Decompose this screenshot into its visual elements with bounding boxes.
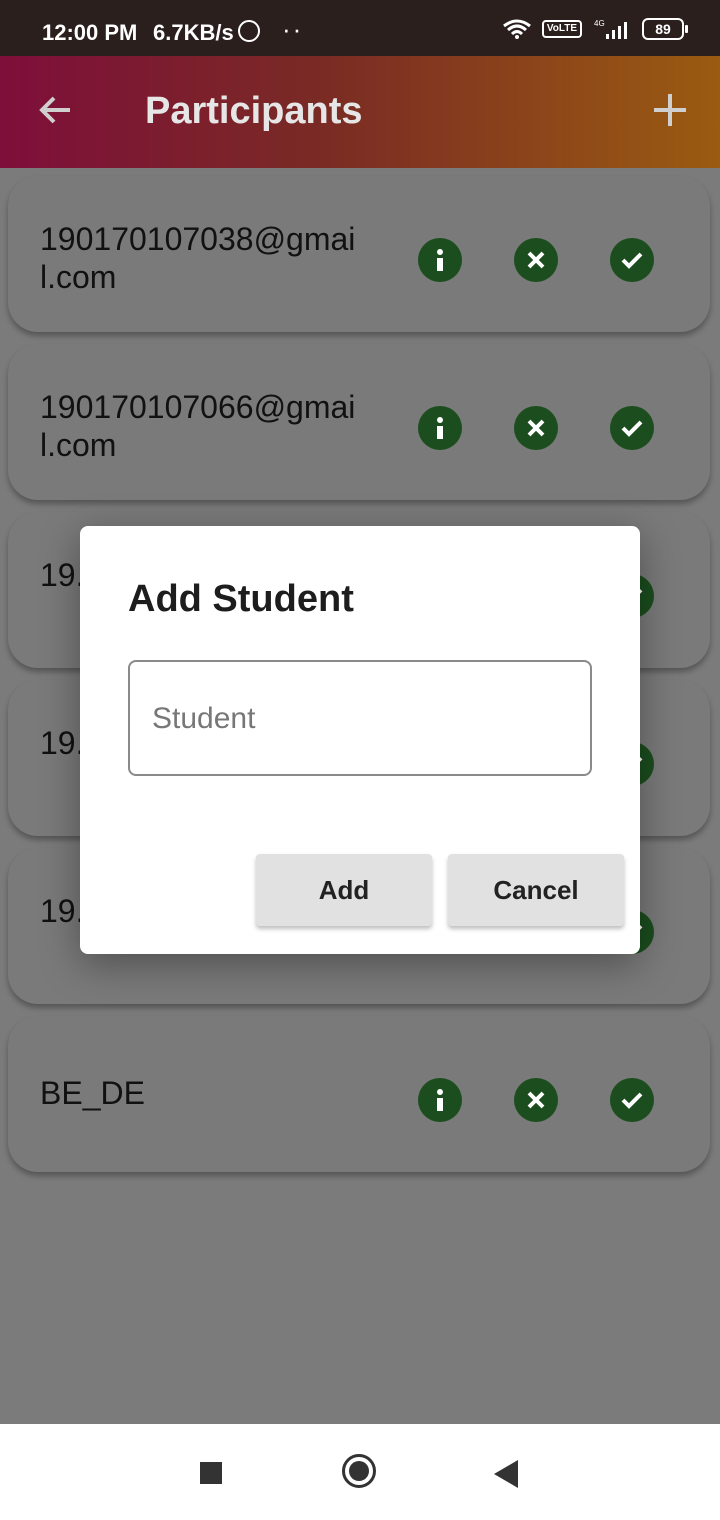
app-bar: Participants xyxy=(0,56,720,168)
cancel-button[interactable]: Cancel xyxy=(448,854,624,926)
status-time: 12:00 PM xyxy=(42,20,138,45)
participant-label: 190170107038@gmail.com xyxy=(40,221,356,295)
back-button[interactable] xyxy=(494,1460,518,1488)
dialog-title: Add Student xyxy=(128,578,354,620)
add-icon[interactable] xyxy=(650,90,690,130)
participant-actions xyxy=(418,238,654,282)
alarm-icon xyxy=(238,20,260,42)
system-nav-bar xyxy=(0,1424,720,1520)
approve-icon[interactable] xyxy=(610,406,654,450)
status-icons: VoLTE 4G 89 xyxy=(502,18,688,40)
reject-icon[interactable] xyxy=(514,1078,558,1122)
more-dots-icon: ·· xyxy=(282,14,304,44)
add-student-dialog: Add Student Student Add Cancel xyxy=(80,526,640,954)
info-icon[interactable] xyxy=(418,1078,462,1122)
recents-button[interactable] xyxy=(200,1462,222,1484)
info-icon[interactable] xyxy=(418,238,462,282)
volte-badge: VoLTE xyxy=(541,20,582,38)
reject-icon[interactable] xyxy=(514,238,558,282)
participant-label: BE_DE xyxy=(40,1075,145,1111)
network-type: 4G xyxy=(594,19,605,28)
list-item[interactable]: BE_DE xyxy=(8,1016,710,1172)
participant-actions xyxy=(418,406,654,450)
status-net-speed: 6.7KB/s xyxy=(153,20,234,45)
student-input-placeholder: Student xyxy=(152,702,256,735)
wifi-icon xyxy=(502,19,531,39)
participant-actions xyxy=(418,1078,654,1122)
list-item[interactable]: 190170107066@gmail.com xyxy=(8,344,710,500)
info-icon[interactable] xyxy=(418,406,462,450)
status-bar: 12:00 PM 6.7KB/s ·· VoLTE 4G 89 xyxy=(0,0,720,56)
home-button[interactable] xyxy=(342,1454,376,1488)
student-input[interactable]: Student xyxy=(128,660,592,776)
approve-icon[interactable] xyxy=(610,238,654,282)
signal-icon: 4G xyxy=(594,19,627,39)
approve-icon[interactable] xyxy=(610,1078,654,1122)
participant-label: 190170107066@gmail.com xyxy=(40,389,356,463)
list-item[interactable]: 190170107038@gmail.com xyxy=(8,176,710,332)
reject-icon[interactable] xyxy=(514,406,558,450)
battery-indicator: 89 xyxy=(642,18,688,40)
add-button[interactable]: Add xyxy=(256,854,432,926)
back-arrow-icon[interactable] xyxy=(36,90,76,130)
page-title: Participants xyxy=(145,90,363,132)
